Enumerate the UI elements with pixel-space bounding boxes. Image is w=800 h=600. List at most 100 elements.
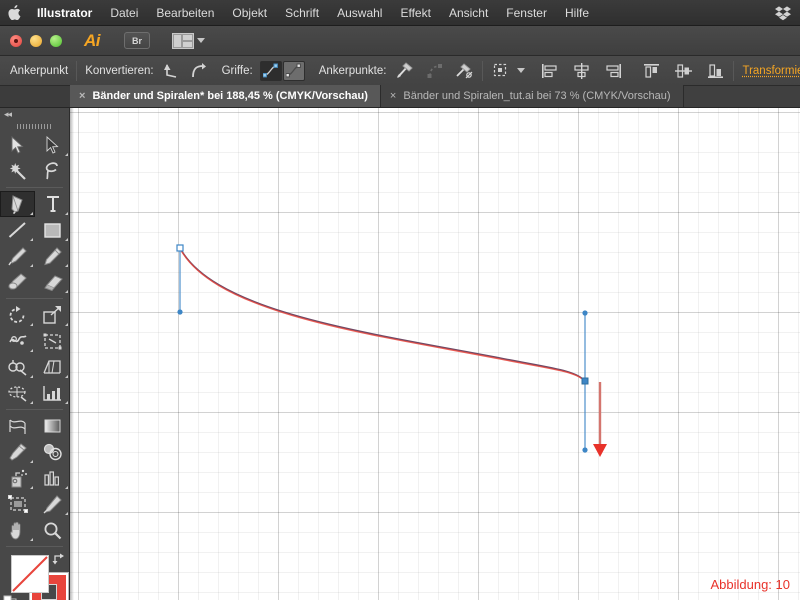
hide-handles-icon[interactable]	[282, 60, 305, 81]
chevron-down-icon[interactable]	[517, 68, 526, 73]
rotate-tool[interactable]	[0, 302, 35, 328]
anchors-group	[394, 61, 474, 81]
anchors-label: Ankerpunkte:	[318, 64, 387, 77]
tool-flyout-indicator	[65, 401, 68, 404]
close-icon[interactable]: ×	[79, 90, 85, 102]
transform-link[interactable]: Transformiere	[742, 65, 800, 77]
bezier-curve-path	[179, 247, 586, 382]
align-horizontal-center-icon[interactable]	[571, 61, 591, 81]
show-handles-icon[interactable]	[259, 60, 282, 81]
control-bar: Ankerpunkt Konvertieren: Griffe: Ankerpu…	[0, 56, 800, 86]
align-top-icon[interactable]	[641, 61, 661, 81]
eyedropper-tool[interactable]	[0, 439, 35, 465]
tool-flyout-indicator	[30, 375, 33, 378]
tools-grid-1	[0, 132, 69, 184]
dropbox-icon[interactable]	[775, 5, 791, 21]
menu-item-objekt[interactable]: Objekt	[223, 0, 276, 26]
remove-anchor-icon[interactable]	[394, 61, 414, 81]
document-tab-bar: × Bänder und Spiralen* bei 188,45 % (CMY…	[0, 85, 800, 108]
menu-item-fenster[interactable]: Fenster	[497, 0, 556, 26]
align-right-icon[interactable]	[603, 61, 623, 81]
align-left-icon[interactable]	[539, 61, 559, 81]
lasso-tool[interactable]	[35, 158, 70, 184]
artboard-tool[interactable]	[0, 491, 35, 517]
default-fill-stroke-icon[interactable]	[3, 595, 18, 600]
none-slash-icon	[12, 556, 48, 592]
menubar-status-items	[775, 5, 800, 21]
tools-panel: ◂◂	[0, 108, 70, 600]
tool-flyout-indicator	[65, 153, 68, 156]
paintbrush-tool[interactable]	[0, 243, 35, 269]
swap-fill-stroke-icon[interactable]	[52, 552, 66, 570]
arrange-documents-button[interactable]	[172, 32, 205, 49]
path-hidden	[180, 248, 585, 381]
menu-bar: Illustrator Datei Bearbeiten Objekt Schr…	[0, 0, 800, 26]
handles-group	[259, 60, 305, 81]
pencil-tool[interactable]	[35, 243, 70, 269]
zoom-window-button[interactable]	[50, 34, 62, 47]
tools-divider	[6, 409, 63, 410]
fill-swatch[interactable]	[11, 555, 49, 593]
document-canvas[interactable]: Abbildung: 10	[70, 108, 800, 600]
bezier-curve-stroke-color	[179, 248, 586, 382]
width-tool[interactable]	[0, 328, 35, 354]
column-graph-tool[interactable]	[35, 380, 70, 406]
rectangle-tool[interactable]	[35, 217, 70, 243]
blob-brush-tool[interactable]	[0, 269, 35, 295]
type-tool[interactable]	[35, 191, 70, 217]
mesh-tool[interactable]	[0, 380, 35, 406]
document-tab-active[interactable]: × Bänder und Spiralen* bei 188,45 % (CMY…	[70, 85, 381, 107]
tool-flyout-indicator	[30, 486, 33, 489]
convert-to-corner-icon[interactable]	[162, 61, 182, 81]
tool-flyout-indicator	[30, 538, 33, 541]
connect-anchor-icon[interactable]	[424, 61, 444, 81]
shape-builder-tool[interactable]	[0, 354, 35, 380]
zoom-tool[interactable]	[35, 517, 70, 543]
tools-divider	[6, 187, 63, 188]
tool-flyout-indicator	[30, 460, 33, 463]
menu-item-ansicht[interactable]: Ansicht	[440, 0, 497, 26]
hand-tool[interactable]	[0, 517, 35, 543]
illustrator-window: Illustrator Datei Bearbeiten Objekt Schr…	[0, 0, 800, 600]
selection-tool[interactable]	[0, 132, 35, 158]
menu-item-effekt[interactable]: Effekt	[391, 0, 439, 26]
symbol-sprayer-tool[interactable]	[0, 465, 35, 491]
document-tab-inactive[interactable]: × Bänder und Spiralen_tut.ai bei 73 % (C…	[380, 85, 684, 107]
scale-tool[interactable]	[35, 302, 70, 328]
go-to-bridge-button[interactable]: Br	[124, 32, 150, 49]
perspective-grid-tool[interactable]	[35, 354, 70, 380]
menu-item-hilfe[interactable]: Hilfe	[556, 0, 598, 26]
minimize-window-button[interactable]	[30, 34, 42, 47]
tools-panel-grip[interactable]	[0, 121, 69, 132]
isolate-selected-object-icon[interactable]	[491, 61, 511, 81]
menu-item-datei[interactable]: Datei	[101, 0, 147, 26]
graph-tool[interactable]	[35, 465, 70, 491]
eraser-tool[interactable]	[35, 269, 70, 295]
slice-tool[interactable]	[35, 491, 70, 517]
blend-tool[interactable]	[35, 439, 70, 465]
align-bottom-icon[interactable]	[705, 61, 725, 81]
mesh-warp-tool[interactable]	[0, 413, 35, 439]
menu-item-auswahl[interactable]: Auswahl	[328, 0, 391, 26]
close-window-button[interactable]	[10, 34, 22, 47]
close-icon[interactable]: ×	[390, 90, 396, 102]
menu-item-bearbeiten[interactable]: Bearbeiten	[147, 0, 223, 26]
apple-logo-icon[interactable]	[0, 5, 28, 20]
free-transform-tool[interactable]	[35, 328, 70, 354]
pen-tool[interactable]	[0, 191, 35, 217]
collapse-panel-button[interactable]: ◂◂	[0, 108, 69, 121]
gradient-tool[interactable]	[35, 413, 70, 439]
line-segment-tool[interactable]	[0, 217, 35, 243]
window-controls	[0, 34, 62, 47]
cut-path-icon[interactable]	[454, 61, 474, 81]
magic-wand-tool[interactable]	[0, 158, 35, 184]
menu-item-schrift[interactable]: Schrift	[276, 0, 328, 26]
chevron-down-icon	[197, 38, 205, 43]
align-vertical-center-icon[interactable]	[673, 61, 693, 81]
tool-flyout-indicator	[65, 238, 68, 241]
tools-grid-4	[0, 413, 69, 543]
menu-item-illustrator[interactable]: Illustrator	[28, 0, 101, 26]
tool-flyout-indicator	[30, 323, 33, 326]
convert-to-smooth-icon[interactable]	[188, 61, 208, 81]
direct-selection-tool[interactable]	[35, 132, 70, 158]
